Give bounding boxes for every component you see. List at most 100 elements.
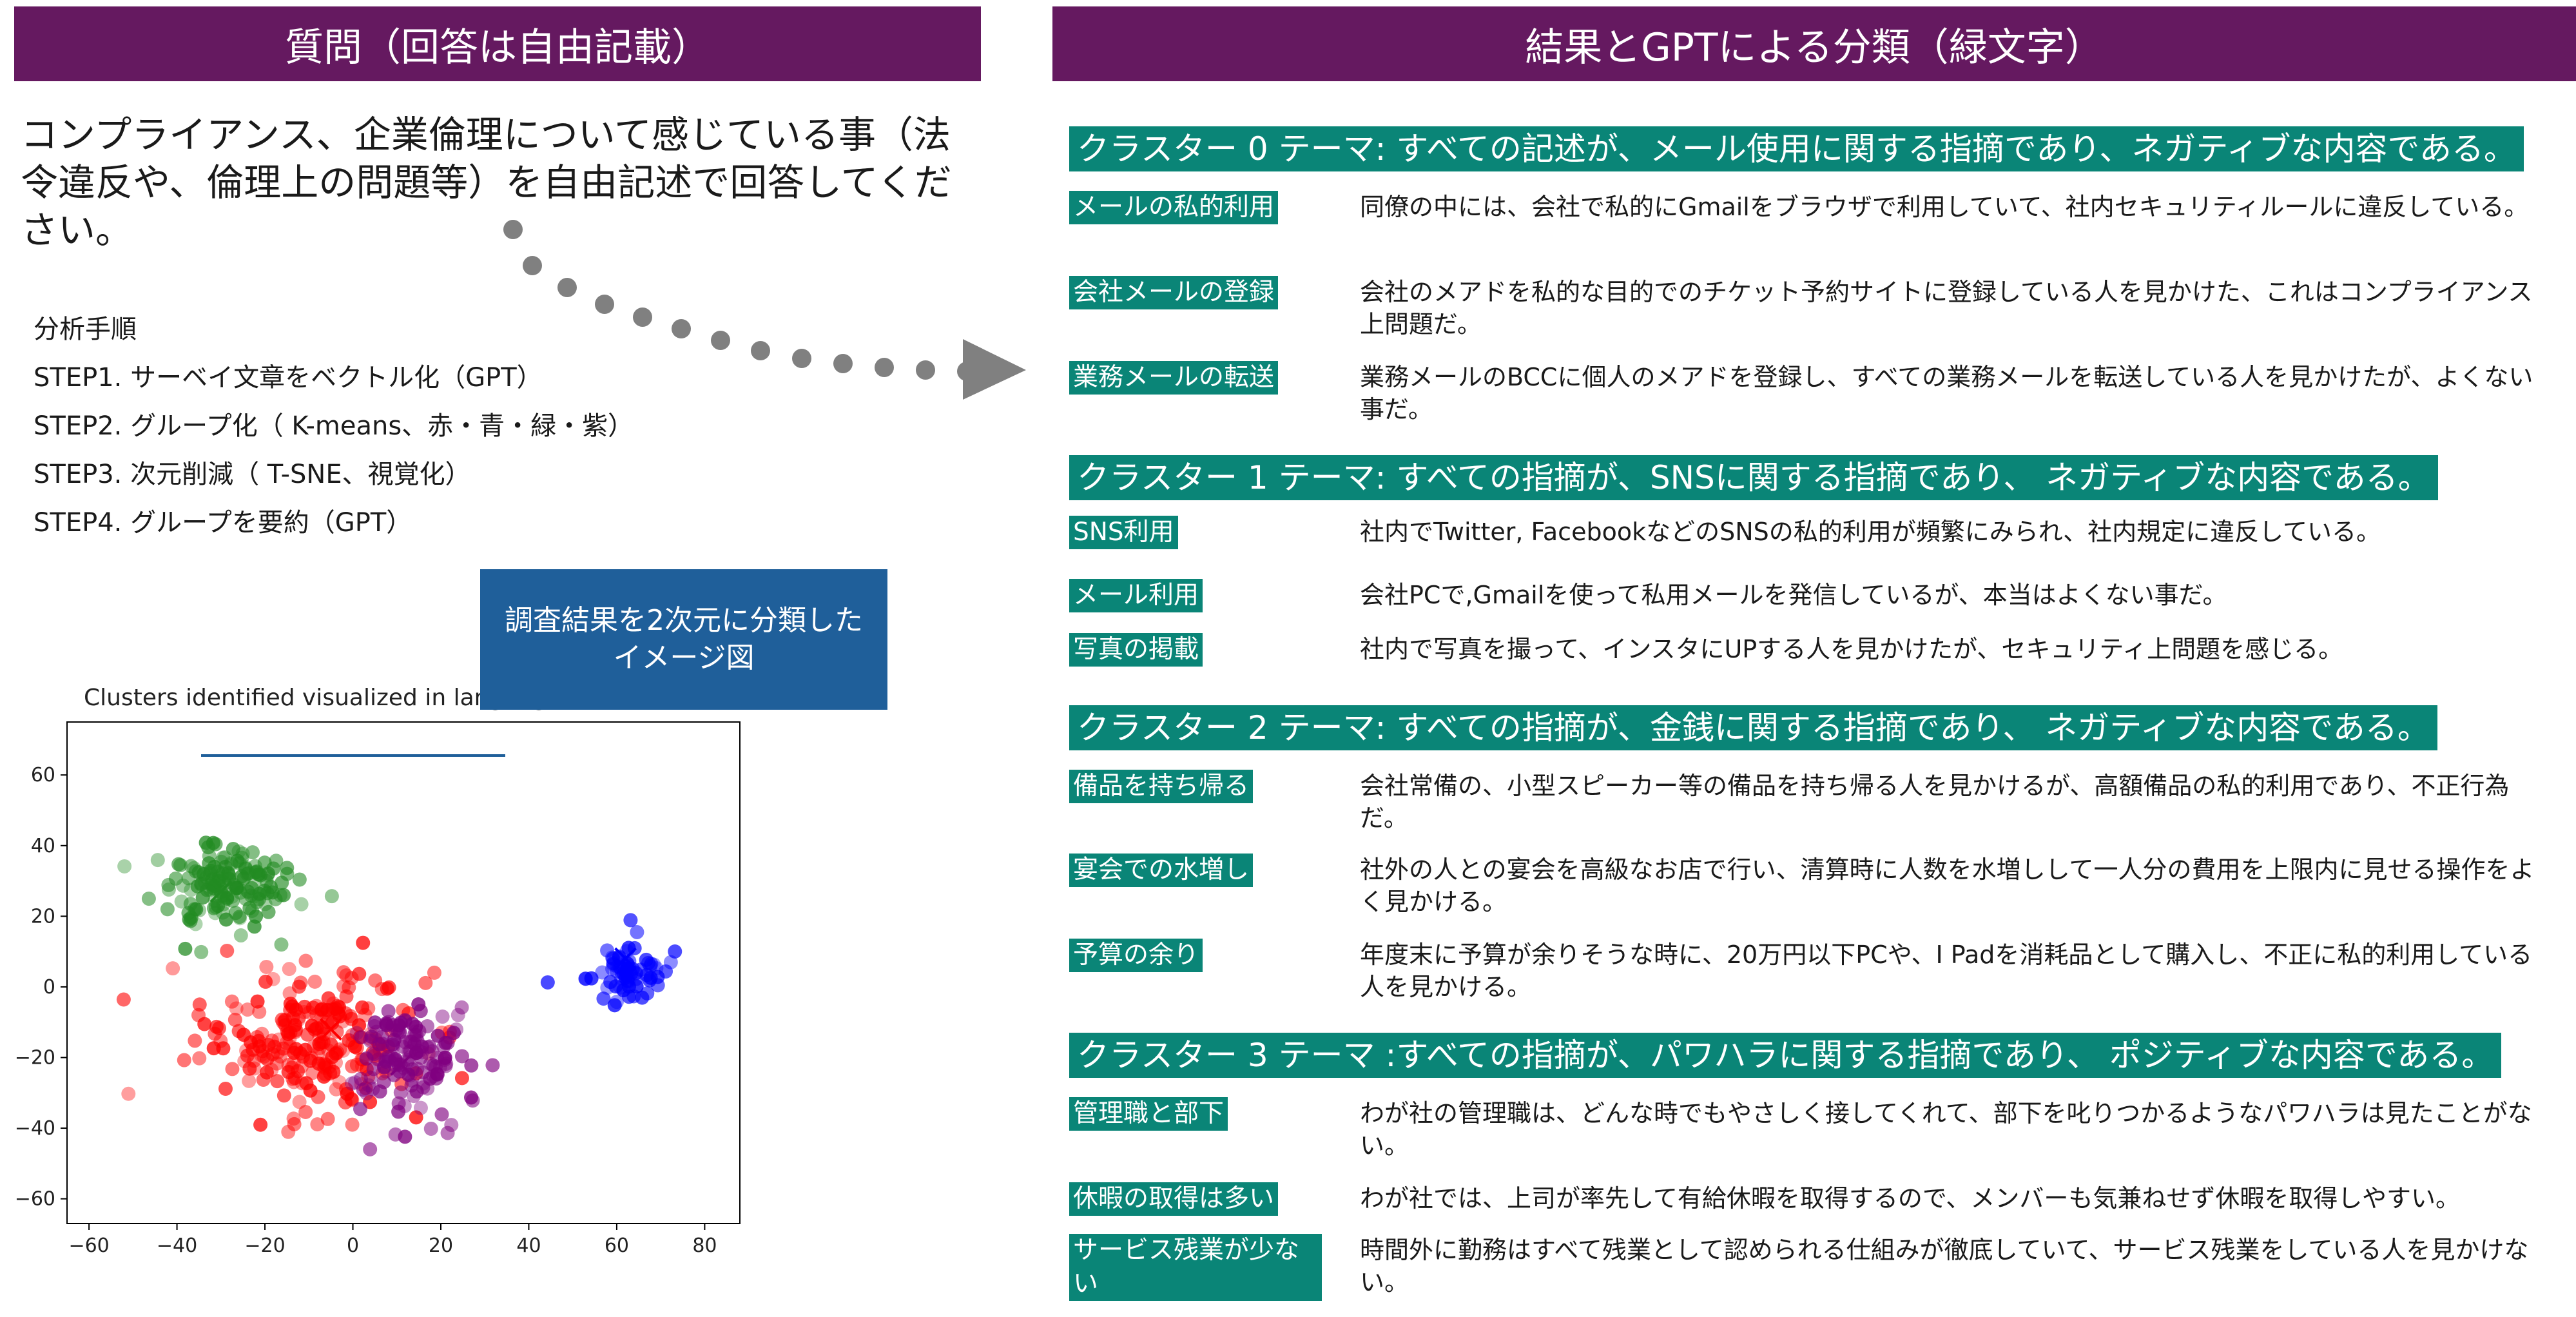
cluster-1-item-0-label: SNS利用 [1069,516,1178,549]
scatter-point [353,1102,368,1117]
scatter-point [410,1062,425,1077]
cluster-2-item-2-label: 予算の余り [1069,939,1203,972]
cluster-3-item-2-label: サービス残業が少ない [1069,1234,1322,1301]
cluster-1-item-2-text: 社内で写真を撮って、インスタにUPする人を見かけたが、セキュリティ上問題を感じる… [1360,635,2343,663]
arrow-dot [503,220,523,239]
scatter-point [249,1029,264,1044]
scatter-point [434,1107,449,1122]
cluster-1-title: クラスター 1 テーマ: すべての指摘が、SNSに関する指摘であり、 ネガティブ… [1069,455,2438,500]
scatter-point [435,1010,450,1024]
scatter-point [485,1058,500,1073]
arrow-dot [523,256,542,275]
scatter-point [397,1098,412,1113]
cluster-0-item-1-text: 会社のメアドを私的な目的でのチケット予約サイトに登録している人を見かけた、これは… [1360,278,2533,338]
cluster-3-item-0-text: わが社の管理職は、どんな時でもやさしく接してくれて、部下を叱りつかるようなパワハ… [1360,1099,2532,1160]
scatter-point [187,902,202,917]
scatter-point [117,859,132,873]
x-tick-label: −60 [68,1234,109,1257]
scatter-point [116,992,131,1007]
scatter-point [273,1049,288,1064]
scatter-point [150,853,165,868]
arrow-dot [751,341,770,360]
scatter-point [202,856,217,871]
scatter-point [338,1095,353,1110]
scatter-point [192,997,207,1012]
scatter-point [349,1026,364,1040]
scatter-point [454,1000,469,1015]
scatter-point [298,1105,313,1120]
scatter-point [276,1088,291,1103]
scatter-point [281,1124,296,1139]
scatter-point [121,1086,136,1101]
scatter-point [220,943,235,958]
cluster-0-item-2-text: 業務メールのBCCに個人のメアドを登録し、すべての業務メールを転送している人を見… [1360,363,2533,424]
scatter-point [166,961,180,976]
cluster-0-item-1-label: 会社メールの登録 [1069,276,1279,309]
scatter-point [250,994,265,1009]
scatter-point [292,872,307,887]
cluster-1-item-2-label: 写真の掲載 [1069,633,1203,667]
scatter-point [438,1035,453,1050]
scatter-point [188,1033,202,1048]
plot-area: −60 −40 −20 0 20 40 60 80 60 40 20 0 −20 −40 −60 [15,721,741,1257]
arrow-head-icon [963,339,1026,400]
scatter-point [388,1127,403,1142]
arrow-dot [916,360,935,380]
cluster-3-title: クラスター 3 テーマ :すべての指摘が、パワハラに関する指摘であり、 ポジティ… [1069,1033,2502,1078]
scatter-point [379,1017,394,1032]
y-tick-label: −40 [15,1117,55,1140]
cluster-0-item-0-text: 同僚の中には、会社で私的にGmailをブラウザで利用していて、社内セキュリティル… [1360,193,2529,221]
y-tick-label: −60 [15,1188,55,1211]
scatter-point [621,990,636,1004]
scatter-point [311,1046,325,1061]
scatter-point [286,1111,301,1126]
scatter-point [623,913,638,928]
scatter-point [242,1061,257,1076]
cluster-scatter-plot: −60 −40 −20 0 20 40 60 80 60 40 20 0 −20 −40 −60 [15,721,741,1257]
scatter-point [230,854,245,868]
x-tick-label: 80 [692,1234,717,1257]
scatter-point [330,1045,345,1060]
scatter-point [226,893,240,908]
cluster-1-item-1-label: メール利用 [1069,579,1203,612]
x-tick-label: −20 [244,1234,285,1257]
scatter-point [225,1062,240,1077]
scatter-point [177,1053,191,1068]
arrow-dot [595,295,614,314]
y-tick-label: 0 [43,976,55,999]
scatter-point [275,1012,289,1027]
scatter-point [420,1019,435,1033]
scatter-point [316,1027,331,1042]
scatter-point [298,953,313,968]
scatter-point [257,1049,271,1064]
scatter-point [416,1076,431,1091]
scatter-point [197,1017,212,1031]
scatter-point [218,850,233,865]
scatter-point [423,1121,438,1136]
scatter-point [215,905,230,920]
scatter-point [209,1019,224,1034]
scatter-point [228,906,243,921]
x-tick-label: 60 [605,1234,629,1257]
cluster-1-item-1-text: 会社PCで,Gmailを使って私用メールを発信しているが、本当はよくない事だ。 [1360,581,2227,609]
step-3: STEP3. 次元削減（ T-SNE、視覚化） [34,460,471,489]
scatter-point [413,1004,428,1019]
scatter-point [630,924,644,939]
y-tick-label: 40 [31,835,55,857]
scatter-point [413,1100,428,1115]
scatter-point [291,979,306,994]
scatter-point [595,965,610,980]
scatter-point [339,968,354,983]
arrow-dot [833,354,853,373]
scatter-point [241,866,256,881]
y-tick-label: −20 [15,1046,55,1069]
scatter-point [363,1033,378,1048]
cluster-0-item-0-label: メールの私的利用 [1069,191,1279,224]
x-tick-label: 0 [347,1234,359,1257]
scatter-point [449,1022,464,1037]
scatter-point [363,1142,378,1156]
scatter-point [398,1014,412,1029]
scatter-point [307,974,322,989]
cluster-2-item-1-label: 宴会での水増し [1069,854,1254,887]
cluster-2-item-2-text: 年度末に予算が余りそうな時に、20万円以下PCや、I Padを消耗品として購入し… [1360,941,2533,1001]
